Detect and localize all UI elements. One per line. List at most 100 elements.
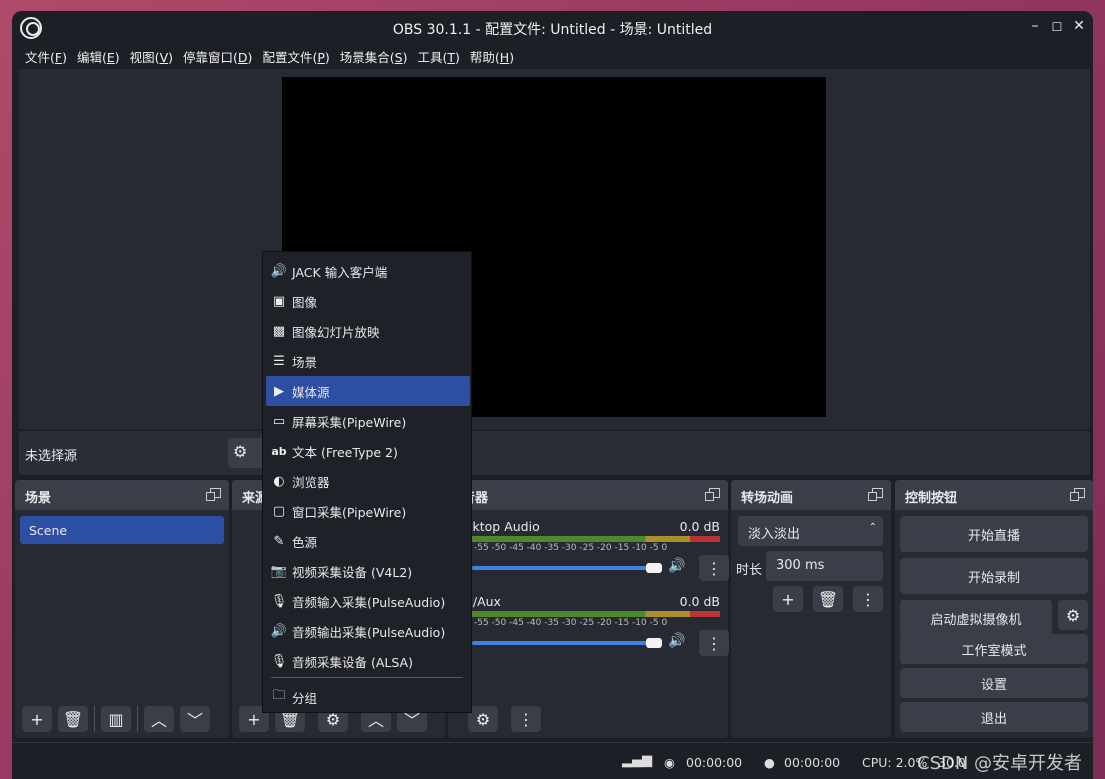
add-source-context-menu: 🔊 JACK 输入客户端 ▣ 图像 ▩ 图像幻灯片放映 ☰ 场景 ▶ 媒体源 ▭ 屏幕采集(PipeW…	[262, 251, 472, 713]
start-streaming-button[interactable]: 开始直播	[900, 516, 1088, 552]
slideshow-icon: ▩	[272, 323, 286, 339]
menu-item-3[interactable]: ☰ 场景	[266, 346, 470, 376]
no-source-label: 未选择源	[25, 449, 78, 464]
volume-meter	[472, 536, 720, 542]
menu-item-5[interactable]: ▭ 屏幕采集(PipeWire)	[266, 406, 470, 436]
transition-select[interactable]: 淡入淡出 ⌃	[738, 516, 883, 546]
source-toolbar: 未选择源 ⚙	[19, 431, 1090, 475]
stream-time: 00:00:00	[686, 755, 743, 770]
minimize-icon[interactable]: –	[1026, 18, 1044, 34]
menu-item-4[interactable]: ▶ 媒体源	[266, 376, 470, 406]
menu-item-label: 分组	[292, 690, 318, 706]
menu-item-label: 图像	[292, 294, 318, 310]
menu-item-6[interactable]: ab 文本 (FreeType 2)	[266, 436, 470, 466]
menu-item-label: 色源	[292, 534, 318, 550]
meter-ticks: -55 -50 -45 -40 -35 -30 -25 -20 -15 -10 …	[474, 618, 668, 628]
channel-menu-button[interactable]: ⋮	[699, 630, 729, 656]
channel-menu-button[interactable]: ⋮	[699, 555, 729, 581]
globe-icon: ◐	[273, 473, 285, 489]
record-icon: ●	[764, 755, 775, 770]
menu-item-label: 视频采集设备 (V4L2)	[292, 564, 413, 580]
menu-item-11[interactable]: 🎙 音频输入采集(PulseAudio)	[266, 586, 470, 616]
undock-icon[interactable]	[206, 488, 221, 501]
scene-list-item[interactable]: Scene	[20, 516, 224, 544]
scenes-dock: 场景 Scene + 🗑 ▥ ︿ ﹀	[15, 480, 229, 738]
speaker-icon[interactable]: 🔊	[668, 558, 685, 574]
menu-5[interactable]: 场景集合(S)	[335, 45, 413, 69]
undock-icon[interactable]	[1070, 488, 1085, 501]
undock-icon[interactable]	[705, 488, 720, 501]
menu-item-2[interactable]: ▩ 图像幻灯片放映	[266, 316, 470, 346]
studio-mode-button[interactable]: 工作室模式	[900, 634, 1088, 664]
menu-item-9[interactable]: ✎ 色源	[266, 526, 470, 556]
speaker-icon[interactable]: 🔊	[668, 633, 685, 649]
start-virtual-camera-button[interactable]: 启动虚拟摄像机	[900, 600, 1052, 636]
scene-filter-button[interactable]: ▥	[101, 706, 131, 732]
menu-item-7[interactable]: ◐ 浏览器	[266, 466, 470, 496]
volume-slider[interactable]	[472, 566, 658, 570]
menu-item-label: 文本 (FreeType 2)	[292, 444, 398, 460]
close-icon[interactable]: ✕	[1070, 18, 1088, 34]
menu-item-1[interactable]: ▣ 图像	[266, 286, 470, 316]
volume-slider-knob[interactable]	[646, 563, 662, 573]
duration-value: 300 ms	[776, 558, 825, 573]
undock-icon[interactable]	[868, 488, 883, 501]
obs-window: OBS 30.1.1 - 配置文件: Untitled - 场景: Untitl…	[12, 11, 1093, 779]
virtual-camera-gear-icon[interactable]: ⚙	[1058, 600, 1088, 630]
menu-7[interactable]: 帮助(H)	[465, 45, 519, 69]
record-time: 00:00:00	[784, 755, 841, 770]
scenes-title: 场景	[25, 491, 52, 506]
window-title: OBS 30.1.1 - 配置文件: Untitled - 场景: Untitl…	[392, 22, 713, 38]
menu-3[interactable]: 停靠窗口(D)	[178, 45, 257, 69]
menu-4[interactable]: 配置文件(P)	[257, 45, 334, 69]
network-signal-icon: ▂▄▆	[622, 753, 652, 768]
controls-dock: 控制按钮 开始直播 开始录制 启动虚拟摄像机 ⚙ 工作室模式 设置 退出	[895, 480, 1093, 738]
menu-item-label: 窗口采集(PipeWire)	[292, 504, 407, 520]
transitions-dock: 转场动画 淡入淡出 ⌃ 时长 300 ms + 🗑 ⋮	[731, 480, 891, 738]
window-icon: ▢	[272, 503, 286, 519]
duration-spinbox[interactable]: 300 ms	[766, 551, 883, 581]
menu-item-label: JACK 输入客户端	[292, 264, 388, 280]
exit-button[interactable]: 退出	[900, 702, 1088, 732]
image-icon: ▣	[272, 293, 286, 309]
mixer-settings-gear-icon[interactable]: ⚙	[468, 706, 498, 732]
menu-item-0[interactable]: 🔊 JACK 输入客户端	[266, 256, 470, 286]
remove-scene-trash-icon[interactable]: 🗑	[58, 706, 88, 732]
menu-item-14[interactable]: 🗀 分组	[266, 682, 470, 712]
settings-button[interactable]: 设置	[900, 668, 1088, 698]
menu-item-label: 音频输出采集(PulseAudio)	[292, 624, 446, 640]
toolbar-separator	[94, 706, 95, 732]
menu-item-label: 媒体源	[292, 384, 330, 400]
transition-menu-button[interactable]: ⋮	[853, 586, 883, 612]
move-down-chevron-icon[interactable]: ﹀	[180, 706, 210, 732]
mic-icon: 🎙	[270, 653, 288, 669]
maximize-icon[interactable]: ☐	[1048, 20, 1066, 34]
menu-2[interactable]: 视图(V)	[125, 45, 178, 69]
volume-slider-knob[interactable]	[646, 638, 662, 648]
menu-item-label: 音频输入采集(PulseAudio)	[292, 594, 446, 610]
volume-meter	[472, 611, 720, 617]
start-recording-button[interactable]: 开始录制	[900, 558, 1088, 594]
watermark: CSDN @安卓开发者	[917, 753, 1083, 774]
remove-transition-trash-icon[interactable]: 🗑	[813, 586, 843, 612]
brush-icon: ✎	[273, 533, 285, 549]
menu-item-13[interactable]: 🎙 音频采集设备 (ALSA)	[266, 646, 470, 676]
menu-item-12[interactable]: 🔊 音频输出采集(PulseAudio)	[266, 616, 470, 646]
meter-ticks: -55 -50 -45 -40 -35 -30 -25 -20 -15 -10 …	[474, 543, 668, 553]
mixer-menu-button[interactable]: ⋮	[511, 706, 541, 732]
toolbar-separator	[137, 706, 138, 732]
add-scene-button[interactable]: +	[22, 706, 52, 732]
add-transition-button[interactable]: +	[773, 586, 803, 612]
menu-bar: 文件(F) 编辑(E) 视图(V) 停靠窗口(D) 配置文件(P) 场景集合(S) 工具(T…	[12, 45, 1093, 69]
menu-item-label: 音频采集设备 (ALSA)	[292, 654, 413, 670]
menu-0[interactable]: 文件(F)	[20, 45, 72, 69]
menu-item-10[interactable]: 📷 视频采集设备 (V4L2)	[266, 556, 470, 586]
menu-item-label: 图像幻灯片放映	[292, 324, 380, 340]
menu-6[interactable]: 工具(T)	[412, 45, 464, 69]
channel-db: 0.0 dB	[679, 519, 720, 534]
menu-1[interactable]: 编辑(E)	[72, 45, 125, 69]
menu-item-8[interactable]: ▢ 窗口采集(PipeWire)	[266, 496, 470, 526]
move-up-chevron-icon[interactable]: ︿	[144, 706, 174, 732]
volume-slider[interactable]	[472, 641, 658, 645]
audio-mixer-dock: 音器 sktop Audio 0.0 dB -55 -50 -45 -40 -3…	[448, 480, 729, 738]
